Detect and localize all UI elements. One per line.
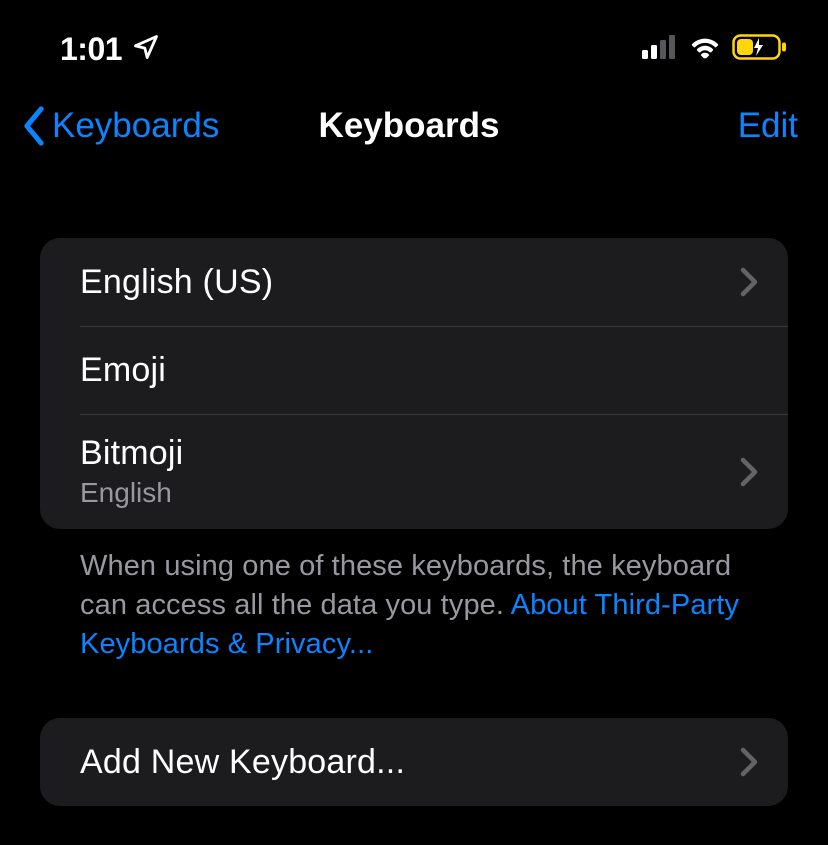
row-text: Add New Keyboard...: [80, 743, 405, 782]
status-time: 1:01: [60, 31, 122, 68]
row-text: Bitmoji English: [80, 434, 183, 509]
back-label: Keyboards: [52, 106, 219, 146]
cellular-icon: [642, 35, 678, 64]
keyboards-group: English (US) Emoji Bitmoji English: [40, 238, 788, 529]
status-right: [642, 34, 788, 65]
edit-button[interactable]: Edit: [578, 106, 798, 146]
row-text: Emoji: [80, 351, 166, 390]
location-icon: [132, 33, 160, 66]
wifi-icon: [688, 35, 722, 64]
add-new-keyboard[interactable]: Add New Keyboard...: [40, 718, 788, 806]
status-left: 1:01: [60, 31, 160, 68]
keyboard-row-emoji[interactable]: Emoji: [40, 326, 788, 414]
battery-icon: [732, 34, 788, 65]
row-text: English (US): [80, 263, 273, 302]
row-label: Bitmoji: [80, 434, 183, 473]
keyboard-row-bitmoji[interactable]: Bitmoji English: [40, 414, 788, 529]
row-label: Emoji: [80, 351, 166, 390]
row-label: Add New Keyboard...: [80, 743, 405, 782]
keyboard-row-english-us[interactable]: English (US): [40, 238, 788, 326]
chevron-left-icon: [20, 106, 48, 146]
page-title: Keyboards: [240, 106, 578, 146]
navigation-bar: Keyboards Keyboards Edit: [0, 70, 828, 180]
third-party-footer: When using one of these keyboards, the k…: [40, 529, 788, 664]
content: English (US) Emoji Bitmoji English: [0, 180, 828, 806]
chevron-right-icon: [740, 747, 758, 777]
back-button[interactable]: Keyboards: [20, 106, 240, 146]
row-sublabel: English: [80, 477, 183, 509]
chevron-right-icon: [740, 457, 758, 487]
chevron-right-icon: [740, 267, 758, 297]
add-keyboard-group: Add New Keyboard...: [40, 718, 788, 806]
row-label: English (US): [80, 263, 273, 302]
status-bar: 1:01: [0, 0, 828, 70]
